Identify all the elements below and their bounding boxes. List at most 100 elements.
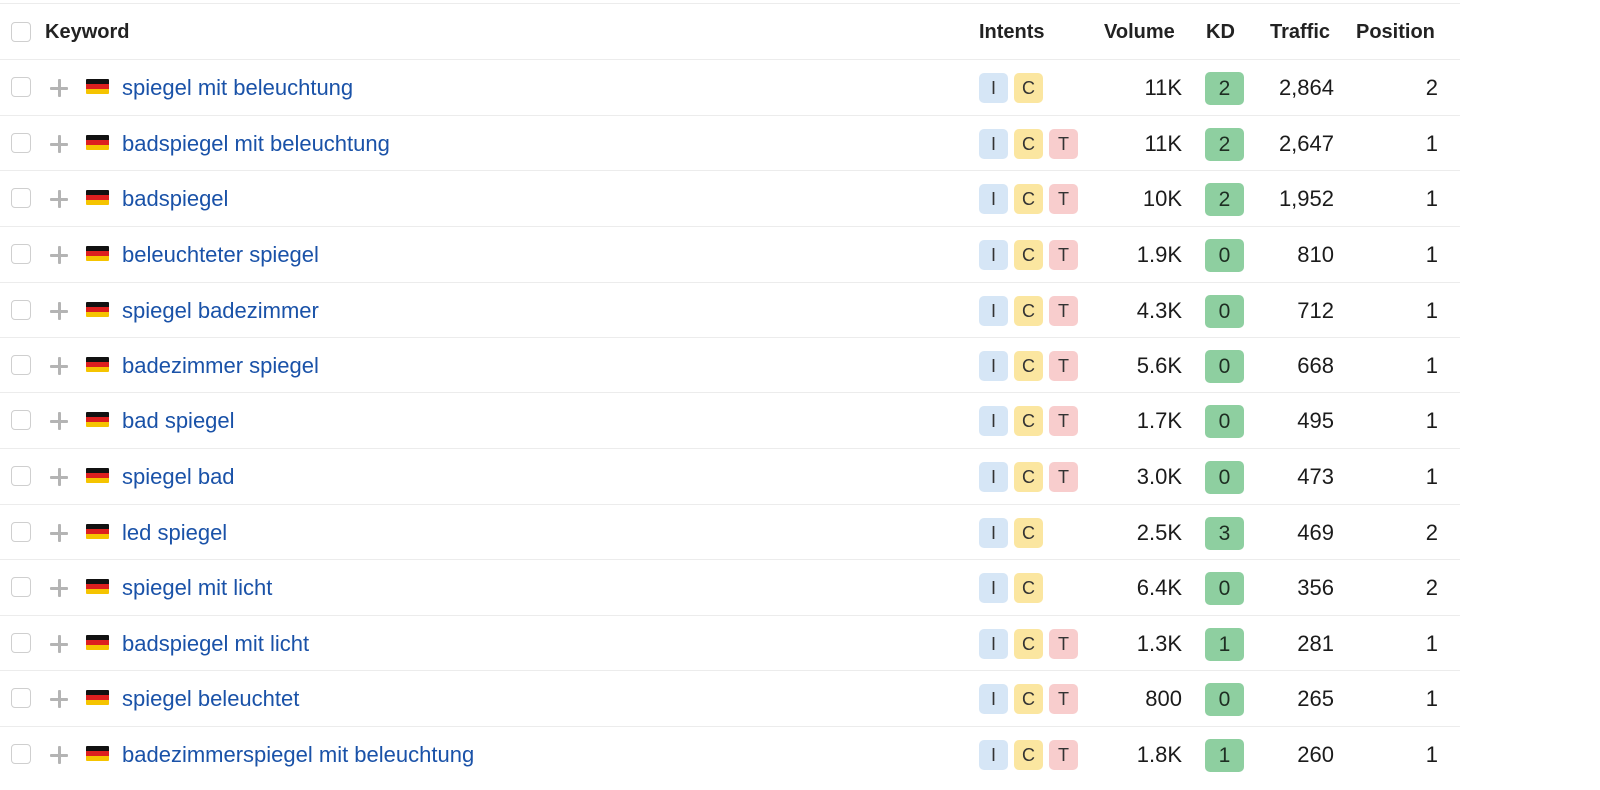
intent-transactional-badge: T	[1049, 240, 1078, 270]
germany-flag-icon	[86, 302, 109, 317]
table-row: bad spiegel I C T 1.7K 0 495 1	[0, 392, 1460, 449]
traffic-value: 810	[1297, 242, 1334, 267]
row-select-checkbox[interactable]	[11, 744, 31, 764]
traffic-value: 2,647	[1278, 131, 1334, 156]
table-row: badezimmer spiegel I C T 5.6K 0 668 1	[0, 337, 1460, 394]
column-header-position[interactable]: Position	[1356, 4, 1435, 60]
volume-value: 1.9K	[1136, 242, 1182, 267]
intent-transactional-badge: T	[1049, 406, 1078, 436]
plus-icon[interactable]	[48, 744, 70, 766]
column-header-kd[interactable]: KD	[1206, 4, 1235, 60]
table-header-row: Keyword Intents Volume KD Traffic Positi…	[0, 3, 1460, 60]
row-select-checkbox[interactable]	[11, 188, 31, 208]
traffic-value: 281	[1297, 631, 1334, 656]
germany-flag-icon	[86, 190, 109, 205]
keyword-link[interactable]: badspiegel mit licht	[122, 616, 309, 672]
row-select-checkbox[interactable]	[11, 355, 31, 375]
intent-informational-badge: I	[979, 573, 1008, 603]
position-value: 1	[1425, 464, 1438, 489]
germany-flag-icon	[86, 468, 109, 483]
keyword-link[interactable]: spiegel bad	[122, 449, 235, 505]
traffic-value: 473	[1297, 464, 1334, 489]
position-value: 1	[1425, 242, 1438, 267]
row-select-checkbox[interactable]	[11, 133, 31, 153]
intents-group: ICT	[979, 629, 1078, 659]
position-value: 2	[1425, 75, 1438, 100]
keyword-link[interactable]: spiegel mit licht	[122, 560, 272, 616]
row-select-checkbox[interactable]	[11, 410, 31, 430]
volume-value: 2.5K	[1136, 520, 1182, 545]
germany-flag-icon	[86, 746, 109, 761]
intent-informational-badge: I	[979, 462, 1008, 492]
traffic-value: 2,864	[1278, 75, 1334, 100]
position-value: 1	[1425, 686, 1438, 711]
traffic-value: 469	[1297, 520, 1334, 545]
row-select-checkbox[interactable]	[11, 522, 31, 542]
volume-value: 10K	[1142, 186, 1182, 211]
keyword-link[interactable]: spiegel badezimmer	[122, 283, 319, 339]
select-all-checkbox[interactable]	[11, 22, 31, 42]
plus-icon[interactable]	[48, 355, 70, 377]
keyword-link[interactable]: spiegel beleuchtet	[122, 671, 299, 727]
keyword-link[interactable]: badspiegel mit beleuchtung	[122, 116, 390, 172]
plus-icon[interactable]	[48, 133, 70, 155]
row-select-checkbox[interactable]	[11, 77, 31, 97]
plus-icon[interactable]	[48, 688, 70, 710]
plus-icon[interactable]	[48, 244, 70, 266]
keyword-link[interactable]: spiegel mit beleuchtung	[122, 60, 353, 116]
plus-icon[interactable]	[48, 466, 70, 488]
intents-group: IC	[979, 518, 1043, 548]
row-select-checkbox[interactable]	[11, 244, 31, 264]
germany-flag-icon	[86, 246, 109, 261]
keyword-link[interactable]: badezimmerspiegel mit beleuchtung	[122, 727, 474, 783]
keyword-link[interactable]: led spiegel	[122, 505, 227, 561]
intents-group: ICT	[979, 462, 1078, 492]
plus-icon[interactable]	[48, 188, 70, 210]
intent-commercial-badge: C	[1014, 406, 1043, 436]
germany-flag-icon	[86, 357, 109, 372]
intents-group: ICT	[979, 351, 1078, 381]
intents-group: IC	[979, 73, 1043, 103]
volume-value: 11K	[1144, 75, 1182, 100]
position-value: 1	[1425, 631, 1438, 656]
row-select-checkbox[interactable]	[11, 688, 31, 708]
keyword-link[interactable]: badezimmer spiegel	[122, 338, 319, 394]
volume-value: 4.3K	[1136, 298, 1182, 323]
column-header-intents[interactable]: Intents	[979, 4, 1045, 60]
column-header-keyword[interactable]: Keyword	[45, 4, 129, 60]
traffic-value: 260	[1297, 742, 1334, 767]
row-select-checkbox[interactable]	[11, 300, 31, 320]
intent-informational-badge: I	[979, 406, 1008, 436]
position-value: 2	[1425, 520, 1438, 545]
row-select-checkbox[interactable]	[11, 633, 31, 653]
germany-flag-icon	[86, 412, 109, 427]
intents-group: ICT	[979, 296, 1078, 326]
column-header-volume[interactable]: Volume	[1104, 4, 1175, 60]
plus-icon[interactable]	[48, 522, 70, 544]
volume-value: 1.7K	[1136, 408, 1182, 433]
keyword-link[interactable]: bad spiegel	[122, 393, 235, 449]
position-value: 1	[1425, 131, 1438, 156]
intent-commercial-badge: C	[1014, 240, 1043, 270]
intent-commercial-badge: C	[1014, 684, 1043, 714]
plus-icon[interactable]	[48, 577, 70, 599]
intent-transactional-badge: T	[1049, 296, 1078, 326]
keyword-link[interactable]: beleuchteter spiegel	[122, 227, 319, 283]
intent-transactional-badge: T	[1049, 351, 1078, 381]
intent-commercial-badge: C	[1014, 296, 1043, 326]
plus-icon[interactable]	[48, 77, 70, 99]
intent-informational-badge: I	[979, 684, 1008, 714]
keyword-link[interactable]: badspiegel	[122, 171, 228, 227]
row-select-checkbox[interactable]	[11, 466, 31, 486]
plus-icon[interactable]	[48, 633, 70, 655]
intent-transactional-badge: T	[1049, 462, 1078, 492]
plus-icon[interactable]	[48, 410, 70, 432]
table-row: spiegel mit licht I C 6.4K 0 356 2	[0, 559, 1460, 616]
intent-informational-badge: I	[979, 129, 1008, 159]
plus-icon[interactable]	[48, 300, 70, 322]
column-header-traffic[interactable]: Traffic	[1270, 4, 1330, 60]
row-select-checkbox[interactable]	[11, 577, 31, 597]
intents-group: ICT	[979, 740, 1078, 770]
intent-commercial-badge: C	[1014, 518, 1043, 548]
position-value: 2	[1425, 575, 1438, 600]
